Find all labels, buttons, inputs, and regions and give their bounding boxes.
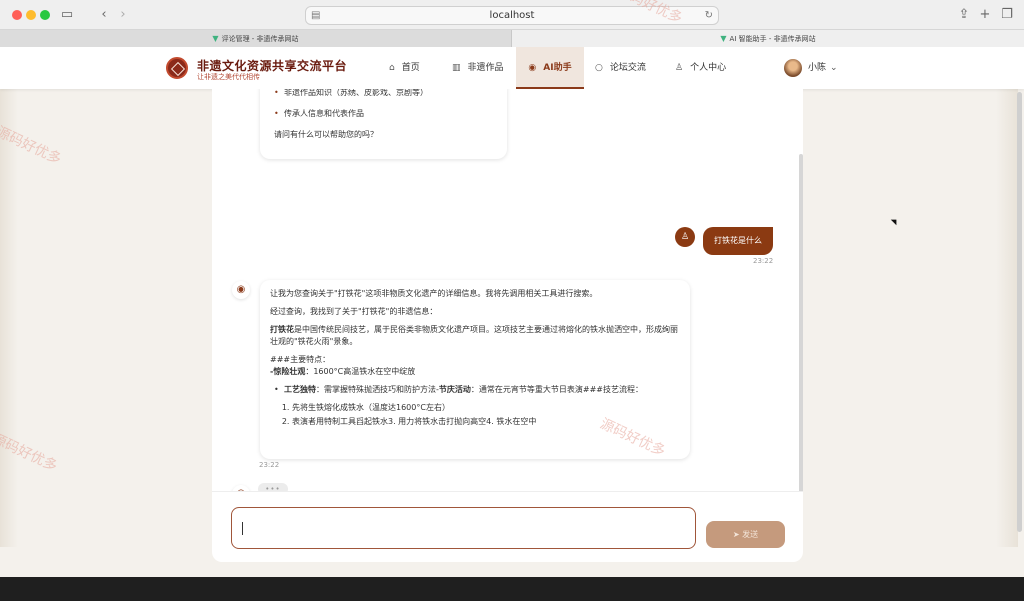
feature-line: -惊险壮观：1600°C高温铁水在空中绽放	[270, 367, 416, 376]
message-time: 23:22	[259, 461, 280, 469]
user-name[interactable]: 小陈	[808, 47, 826, 89]
section-heading: ###主要特点：	[270, 355, 331, 364]
user-message: 打铁花是什么	[703, 227, 773, 255]
user-icon: ♙	[675, 63, 684, 73]
avatar[interactable]	[784, 59, 802, 77]
decor-left	[0, 87, 18, 547]
browser-tab-ai[interactable]: ▼ AI 智能助手 - 非遗传承网站	[512, 30, 1024, 47]
share-icon[interactable]: ⇪	[955, 6, 973, 24]
tab-overview-icon[interactable]: ❐	[998, 6, 1016, 24]
send-icon: ➤	[732, 530, 743, 539]
input-area: ➤ 发送	[212, 491, 803, 562]
chevron-down-icon[interactable]: ⌄	[830, 47, 838, 89]
robot-avatar-icon: ◉	[232, 281, 250, 299]
minimize-window-button[interactable]	[26, 10, 36, 20]
zoom-window-button[interactable]	[40, 10, 50, 20]
browser-tabs: ▼ 评论管理 - 非遗传承网站 ▼ AI 智能助手 - 非遗传承网站	[0, 30, 1024, 47]
browser-toolbar: ▭ ‹ › ▤ localhost ↻ ⇪ + ❐	[0, 0, 1024, 30]
nav-works[interactable]: ▥ 非遗作品	[452, 47, 504, 89]
address-bar[interactable]: ▤ localhost ↻	[305, 6, 719, 25]
message-time: 23:22	[753, 257, 774, 265]
user-avatar-icon: ♙	[675, 227, 695, 247]
chat-bubble-icon: ○	[595, 63, 603, 73]
vue-logo-icon: ▼	[720, 34, 727, 43]
text-caret	[242, 522, 243, 535]
message-input[interactable]	[231, 507, 696, 549]
museum-icon: ▥	[452, 63, 461, 73]
page-scrollbar[interactable]	[1017, 92, 1022, 532]
bot-line: 经过查询，我找到了关于"打铁花"的非遗信息：	[270, 307, 438, 316]
list-item: 传承人信息和代表作品	[274, 108, 493, 120]
new-tab-icon[interactable]: +	[976, 6, 994, 24]
bot-question: 请问有什么可以帮助您的吗？	[274, 130, 378, 139]
site-logo-icon[interactable]	[166, 57, 188, 79]
robot-icon: ◉	[528, 63, 537, 73]
page: 非遗文化资源共享交流平台 让非遗之美代代相传 ⌂ 首页 ▥ 非遗作品 ◉ AI助手 ○…	[0, 47, 1024, 577]
close-window-button[interactable]	[12, 10, 22, 20]
steps-list: 先将生铁熔化成铁水（温度达1600°C左右） 表演者用特制工具舀起铁水3. 用力…	[270, 402, 680, 428]
nav-forum[interactable]: ○ 论坛交流	[595, 47, 646, 89]
nav-home[interactable]: ⌂ 首页	[389, 47, 420, 89]
nav-profile[interactable]: ♙ 个人中心	[675, 47, 726, 89]
feature-line: 工艺独特：需掌握特殊抛洒技巧和防护方法-节庆活动：通常在元宵节等重大节日表演##…	[270, 384, 680, 396]
sidebar-toggle-icon[interactable]: ▭	[58, 6, 76, 24]
browser-tab-comments[interactable]: ▼ 评论管理 - 非遗传承网站	[0, 30, 512, 47]
site-header: 非遗文化资源共享交流平台 让非遗之美代代相传 ⌂ 首页 ▥ 非遗作品 ◉ AI助手 ○…	[0, 47, 1024, 89]
chat-panel: 非遗作品知识（苏绣、皮影戏、京剧等） 传承人信息和代表作品 请问有什么可以帮助您…	[212, 89, 803, 491]
reload-icon[interactable]: ↻	[705, 7, 713, 24]
list-item: 先将生铁熔化成铁水（温度达1600°C左右）	[292, 402, 680, 414]
back-arrow-icon[interactable]: ‹	[95, 6, 113, 24]
list-item: 表演者用特制工具舀起铁水3. 用力将铁水击打抛向高空4. 铁水在空中	[292, 416, 680, 428]
chat-scrollbar[interactable]	[799, 154, 803, 491]
vue-logo-icon: ▼	[212, 34, 219, 43]
home-icon: ⌂	[389, 63, 395, 73]
decor-right	[996, 87, 1018, 547]
send-button[interactable]: ➤ 发送	[706, 521, 785, 548]
brand-subtitle: 让非遗之美代代相传	[197, 73, 260, 81]
bot-message: 让我为您查询关于"打铁花"这项非物质文化遗产的详细信息。我将先调用相关工具进行搜…	[260, 280, 690, 459]
forward-arrow-icon[interactable]: ›	[114, 6, 132, 24]
bot-paragraph: 打铁花是中国传统民间技艺，属于民俗类非物质文化遗产项目。这项技艺主要通过将熔化的…	[270, 325, 678, 346]
address-text: localhost	[489, 10, 535, 21]
nav-ai-assistant[interactable]: ◉ AI助手	[516, 47, 584, 89]
bot-line: 让我为您查询关于"打铁花"这项非物质文化遗产的详细信息。我将先调用相关工具进行搜…	[270, 289, 598, 298]
typing-indicator: •••	[258, 483, 288, 491]
page-settings-icon[interactable]: ▤	[311, 7, 320, 24]
taskbar	[0, 577, 1024, 601]
bot-message: 非遗作品知识（苏绣、皮影戏、京剧等） 传承人信息和代表作品 请问有什么可以帮助您…	[260, 89, 507, 159]
list-item: 非遗作品知识（苏绣、皮影戏、京剧等）	[274, 89, 493, 99]
